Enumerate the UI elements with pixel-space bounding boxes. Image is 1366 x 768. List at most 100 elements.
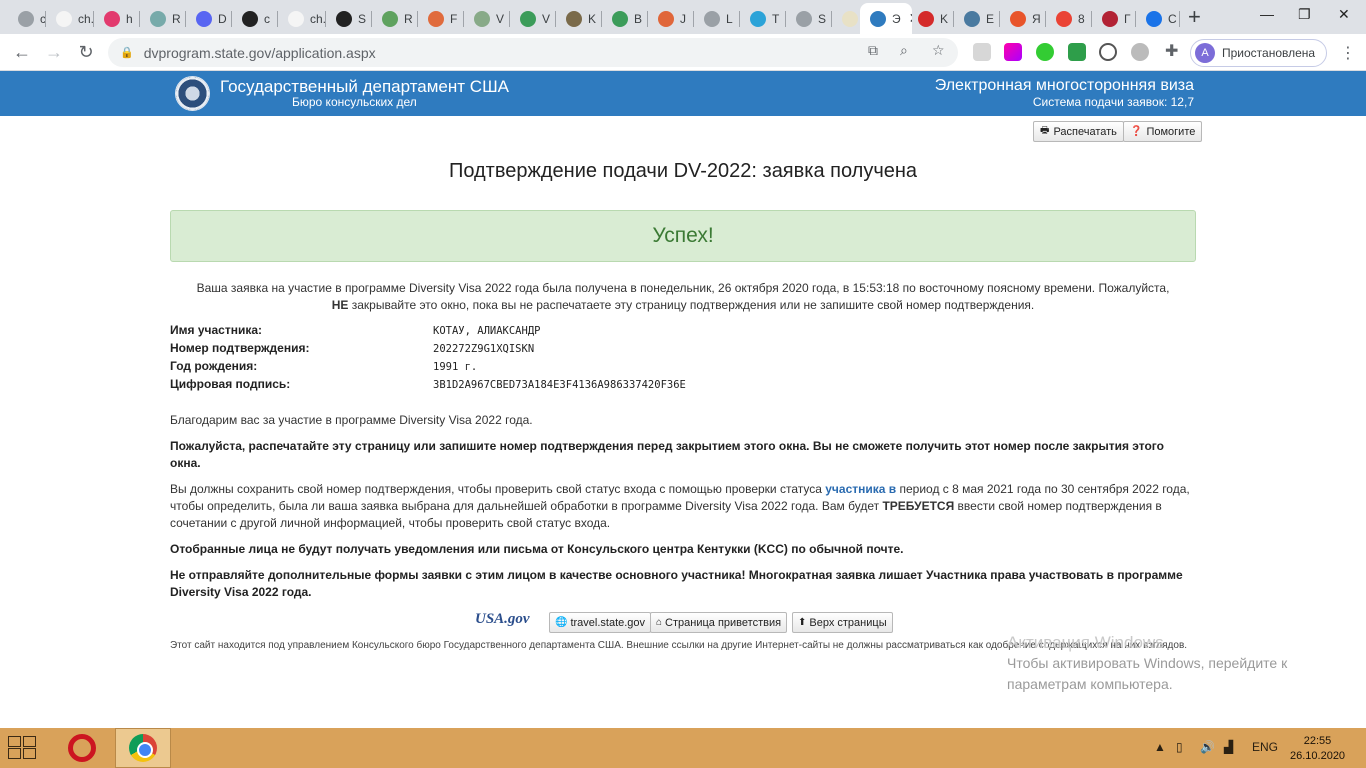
extension-3-icon[interactable] (1036, 43, 1054, 61)
tab-label: E (986, 11, 995, 26)
browser-tab[interactable]: R (140, 3, 186, 34)
network-icon[interactable]: ▯ (1176, 740, 1183, 754)
no-additional-paragraph: Не отправляйте дополнительные формы заяв… (170, 568, 1183, 599)
browser-tab[interactable]: F (418, 3, 464, 34)
tab-favicon-icon (18, 10, 34, 27)
zoom-icon[interactable]: ⌕ (900, 42, 908, 59)
tab-label: Э (892, 11, 901, 26)
minimize-icon[interactable]: — (1260, 6, 1274, 22)
browser-tab[interactable]: ch. R (46, 3, 94, 34)
tab-label: V (496, 11, 505, 26)
browser-tab[interactable]: E (954, 3, 1000, 34)
tab-label: ch. R (310, 11, 326, 26)
tab-label: Г (1124, 11, 1131, 26)
browser-tab[interactable]: B (602, 3, 648, 34)
usa-gov-logo[interactable]: USA.gov (475, 611, 530, 628)
intro-text-2: закрывайте это окно, пока вы не распечат… (351, 298, 1035, 312)
home-label: Страница приветствия (665, 616, 782, 629)
browser-tab[interactable]: J (648, 3, 694, 34)
signal-icon[interactable]: ▟ (1224, 740, 1233, 754)
tab-label: V (542, 11, 551, 26)
browser-tab[interactable]: S (786, 3, 832, 34)
paw-extension-icon[interactable] (1131, 43, 1149, 61)
success-banner: Успех! (170, 210, 1196, 262)
chrome-taskbar-button[interactable] (115, 728, 171, 768)
forward-button[interactable]: → (42, 40, 66, 64)
browser-tab[interactable]: ch. R (278, 3, 326, 34)
tab-label: R (404, 11, 413, 26)
travel-state-gov-button[interactable]: 🌐 travel.state.gov (549, 612, 652, 633)
browser-tab[interactable]: V (510, 3, 556, 34)
globe-icon: 🌐 (555, 617, 568, 628)
print-button[interactable]: 🖶 Распечатать (1033, 121, 1124, 142)
windows-start-button[interactable] (8, 736, 38, 760)
new-tab-button[interactable]: + (1188, 6, 1201, 28)
field-label: Номер подтверждения: (170, 341, 310, 355)
home-page-button[interactable]: ⌂ Страница приветствия (650, 612, 788, 633)
clock-time: 22:55 (1303, 735, 1332, 747)
field-label: Год рождения: (170, 359, 258, 373)
browser-tab[interactable]: S (326, 3, 372, 34)
print-label: Распечатать (1053, 125, 1117, 138)
intro-not-emphasis: НЕ (331, 298, 349, 312)
translate-icon[interactable]: ⧉ (868, 42, 878, 59)
success-text: Успех! (652, 224, 714, 247)
browser-tab[interactable]: R (372, 3, 418, 34)
printer-icon: 🖶 (1040, 125, 1050, 136)
browser-tab[interactable]: 8 (1046, 3, 1092, 34)
close-window-icon[interactable]: ✕ (1338, 6, 1350, 23)
restore-icon[interactable]: ❐ (1298, 6, 1311, 23)
browser-tab[interactable]: L (694, 3, 740, 34)
tray-chevron-icon[interactable]: ▲ (1154, 740, 1166, 754)
tab-favicon-icon (918, 10, 934, 27)
tab-favicon-icon (428, 10, 444, 27)
browser-tab[interactable]: K (908, 3, 954, 34)
tab-label: S (358, 11, 367, 26)
opera-icon (68, 734, 96, 762)
help-button[interactable]: ❓ Помогите (1123, 121, 1203, 142)
browser-tab[interactable]: c (232, 3, 278, 34)
system-clock[interactable]: 22:55 26.10.2020 (1290, 734, 1345, 764)
browser-tab[interactable]: D (186, 3, 232, 34)
shield-extension-icon[interactable] (1068, 43, 1086, 61)
reload-button[interactable]: ↻ (74, 40, 98, 64)
back-button[interactable]: ← (10, 40, 34, 64)
browser-tab[interactable]: V (464, 3, 510, 34)
browser-tab[interactable]: h (94, 3, 140, 34)
tab-favicon-icon (1010, 10, 1026, 27)
browser-tab[interactable]: T (740, 3, 786, 34)
bookmark-star-icon[interactable]: ☆ (932, 42, 945, 59)
profile-button[interactable]: A Приостановлена (1190, 39, 1327, 67)
tab-label: J (680, 11, 686, 26)
extension-2-icon[interactable] (1004, 43, 1022, 61)
tab-label: c (264, 11, 270, 26)
address-bar[interactable]: 🔒 dvprogram.state.gov/application.aspx (108, 38, 958, 67)
volume-icon[interactable]: 🔊 (1200, 740, 1215, 754)
tab-active[interactable]: Э✕ (860, 3, 912, 34)
tab-label: S (818, 11, 827, 26)
top-of-page-button[interactable]: ⬆ Верх страницы (792, 612, 893, 633)
browser-tab[interactable]: Я (1000, 3, 1046, 34)
browser-tab[interactable]: K (556, 3, 602, 34)
tab-label: C (1168, 11, 1177, 26)
tab-favicon-icon (964, 10, 980, 27)
puzzle-extensions-icon[interactable]: ✚ (1165, 41, 1178, 61)
entrant-status-link[interactable]: участника в (825, 482, 896, 496)
tab-favicon-icon (1056, 10, 1072, 27)
browser-tab[interactable]: ch. R (8, 3, 46, 34)
browser-tab[interactable]: C (1136, 3, 1180, 34)
extension-1-icon[interactable] (973, 43, 991, 61)
tab-label: R (172, 11, 181, 26)
opera-taskbar-button[interactable] (54, 728, 110, 768)
status-check-paragraph: Вы должны сохранить свой номер подтвержд… (170, 481, 1196, 532)
language-indicator[interactable]: ENG (1252, 740, 1278, 754)
system-version: Система подачи заявок: 12,7 (1032, 95, 1194, 109)
help-label: Помогите (1146, 125, 1196, 138)
intro-text-1: Ваша заявка на участие в программе Diver… (196, 281, 1170, 295)
extension-5-icon[interactable] (1099, 43, 1117, 61)
tab-label: 8 (1078, 11, 1085, 26)
travel-label: travel.state.gov (570, 616, 646, 629)
browser-menu-icon[interactable]: ⋮ (1340, 43, 1356, 63)
lock-icon: 🔒 (120, 47, 134, 59)
browser-tab[interactable]: Г (1092, 3, 1136, 34)
